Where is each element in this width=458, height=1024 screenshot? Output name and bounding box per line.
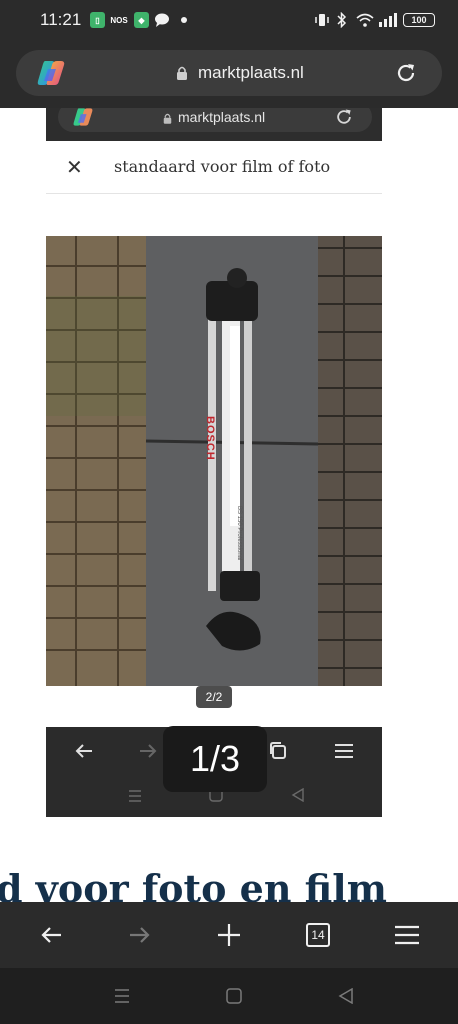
embedded-address-bar: marktplaats.nl xyxy=(58,108,372,132)
recents-icon xyxy=(115,989,129,1003)
system-navigation-bar xyxy=(0,968,458,1024)
listing-title-fragment: d voor foto en film xyxy=(0,866,387,902)
dot-icon xyxy=(180,12,188,28)
wifi-icon xyxy=(356,12,374,28)
browser-toolbar: 14 xyxy=(0,902,458,968)
app-notification-icon: ▯ xyxy=(90,12,105,28)
copilot-icon[interactable] xyxy=(36,59,66,92)
status-time: 11:21 xyxy=(40,10,82,29)
home-button[interactable] xyxy=(219,984,249,1008)
tripod-model-label: BS 150 Professional xyxy=(236,506,242,561)
embedded-system-back-icon xyxy=(291,787,305,807)
embedded-url-text: marktplaats.nl xyxy=(178,109,266,125)
embedded-recents-icon xyxy=(128,789,142,807)
listing-photo[interactable]: BOSCH BS 150 Professional xyxy=(46,236,382,686)
close-icon[interactable]: ✕ xyxy=(66,155,83,180)
embedded-reload-icon xyxy=(334,108,354,132)
new-tab-button[interactable] xyxy=(207,913,251,957)
bluetooth-icon xyxy=(336,12,348,28)
url-text[interactable]: marktplaats.nl xyxy=(198,63,304,83)
embedded-back-icon xyxy=(74,743,94,764)
tabs-button[interactable]: 14 xyxy=(296,913,340,957)
shield-notification-icon: ◆ xyxy=(134,12,149,28)
back-button[interactable] xyxy=(29,913,73,957)
image-counter: 2/2 xyxy=(196,686,232,708)
back-icon xyxy=(41,927,61,943)
search-row: ✕ standaard voor film of foto xyxy=(46,141,382,194)
system-back-button[interactable] xyxy=(331,984,361,1008)
home-icon xyxy=(226,988,242,1004)
forward-button[interactable] xyxy=(118,913,162,957)
tab-count-badge: 14 xyxy=(306,923,330,947)
embedded-tabs-icon xyxy=(268,741,288,766)
menu-button[interactable] xyxy=(385,913,429,957)
page-content[interactable]: marktplaats.nl ✕ standaard voor film of … xyxy=(0,108,458,902)
embedded-screenshot-header: marktplaats.nl xyxy=(46,108,382,141)
status-bar: 11:21 ▯ NOS ◆ 100 xyxy=(0,0,458,40)
reload-icon[interactable] xyxy=(394,61,418,90)
embedded-forward-icon xyxy=(138,743,158,764)
signal-icon xyxy=(378,12,398,28)
embedded-copilot-icon xyxy=(72,108,94,132)
lock-icon xyxy=(176,66,188,85)
plus-icon xyxy=(218,924,240,946)
embedded-lock-icon xyxy=(163,111,172,129)
hamburger-icon xyxy=(395,925,419,945)
forward-icon xyxy=(130,927,150,943)
browser-header: marktplaats.nl xyxy=(0,40,458,108)
page-indicator: 1/3 xyxy=(163,726,267,792)
embedded-menu-icon xyxy=(334,743,354,764)
battery-icon: 100 xyxy=(403,13,435,27)
search-query-text: standaard voor film of foto xyxy=(114,157,331,176)
nos-icon: NOS xyxy=(110,15,128,25)
tripod-brand-label: BOSCH xyxy=(204,416,216,461)
address-bar[interactable]: marktplaats.nl xyxy=(16,50,442,96)
recents-button[interactable] xyxy=(107,984,137,1008)
chat-notification-icon xyxy=(154,12,170,28)
vibrate-icon xyxy=(314,12,330,28)
triangle-back-icon xyxy=(338,988,353,1004)
